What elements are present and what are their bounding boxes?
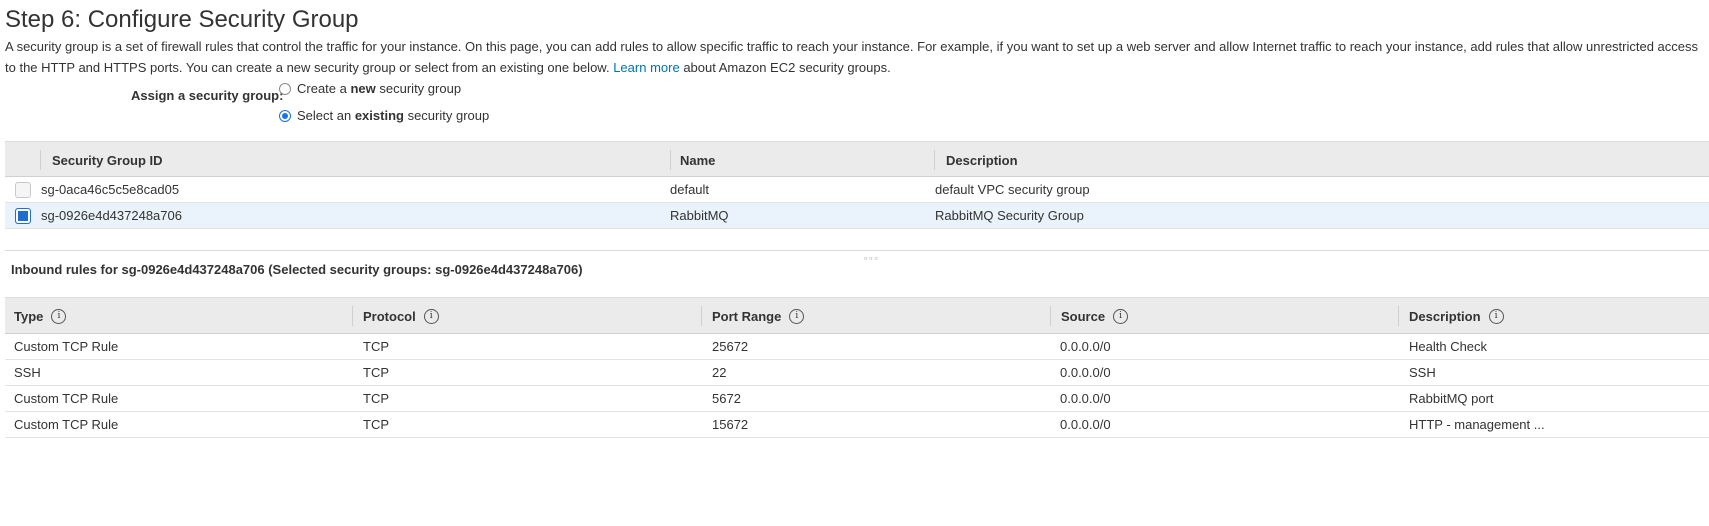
sg-id-cell: sg-0926e4d437248a706 [41,208,182,223]
column-header-name[interactable]: Name [680,153,715,168]
create-new-sg-radio[interactable] [279,82,291,95]
rule-port-cell: 25672 [712,339,749,354]
inbound-rule-row: Custom TCP Rule TCP 15672 0.0.0.0/0 HTTP… [5,412,1709,438]
split-pane-divider[interactable] [5,250,1709,251]
intro-text-part2: about Amazon EC2 security groups. [683,60,891,75]
inbound-rule-row: Custom TCP Rule TCP 5672 0.0.0.0/0 Rabbi… [5,386,1709,412]
column-separator[interactable] [40,150,41,170]
column-separator[interactable] [1050,306,1051,326]
learn-more-link[interactable]: Learn more [613,60,679,75]
rule-description-cell: Health Check [1409,339,1488,354]
security-group-table-header: Security Group ID Name Description [5,141,1709,177]
row-checkbox[interactable] [15,182,31,198]
rule-type-cell: SSH [14,365,41,380]
select-existing-sg-radio[interactable] [279,109,291,122]
rule-source-cell: 0.0.0.0/0 [1060,417,1111,432]
rule-description-cell: HTTP - management ... [1409,417,1545,432]
rule-source-cell: 0.0.0.0/0 [1060,391,1111,406]
select-existing-sg-label[interactable]: Select an existing security group [297,108,489,123]
info-icon[interactable]: i [1113,309,1129,324]
rule-source-cell: 0.0.0.0/0 [1060,339,1111,354]
sg-name-cell: RabbitMQ [670,208,729,223]
rule-type-cell: Custom TCP Rule [14,339,119,354]
inbound-rule-row: SSH TCP 22 0.0.0.0/0 SSH [5,360,1709,386]
sg-id-cell: sg-0aca46c5c5e8cad05 [41,182,180,197]
sg-name-cell: default [670,182,710,197]
rule-type-cell: Custom TCP Rule [14,417,119,432]
row-checkbox-checked[interactable] [15,208,31,224]
assign-security-group-label: Assign a security group: [131,88,284,103]
inbound-rules-title: Inbound rules for sg-0926e4d437248a706 (… [11,262,583,277]
column-header-source[interactable]: Source i [1061,309,1129,324]
rule-port-cell: 5672 [712,391,741,406]
rule-description-cell: RabbitMQ port [1409,391,1494,406]
page-title: Step 6: Configure Security Group [5,6,359,33]
column-header-protocol[interactable]: Protocol i [363,309,439,324]
column-separator[interactable] [1398,306,1399,326]
rule-type-cell: Custom TCP Rule [14,391,119,406]
column-separator[interactable] [701,306,702,326]
rule-protocol-cell: TCP [363,391,389,406]
column-header-sg-id[interactable]: Security Group ID [52,153,163,168]
security-group-row-selected[interactable]: sg-0926e4d437248a706 RabbitMQ RabbitMQ S… [5,203,1709,229]
rule-port-cell: 22 [712,365,727,380]
resize-grip-icon[interactable]: ▫▫▫ [864,253,880,263]
sg-description-cell: default VPC security group [935,182,1090,197]
column-separator[interactable] [352,306,353,326]
rule-protocol-cell: TCP [363,339,389,354]
column-separator[interactable] [934,150,935,170]
rule-description-cell: SSH [1409,365,1436,380]
inbound-rules-header: Type i Protocol i Port Range i Source i Desc… [5,297,1709,334]
rule-protocol-cell: TCP [363,365,389,380]
create-new-sg-option[interactable]: Create a new security group [279,81,461,96]
column-header-description[interactable]: Description [946,153,1018,168]
select-existing-sg-option[interactable]: Select an existing security group [279,108,489,123]
column-header-port-range[interactable]: Port Range i [712,309,805,324]
info-icon[interactable]: i [789,309,805,324]
info-icon[interactable]: i [423,309,439,324]
rule-source-cell: 0.0.0.0/0 [1060,365,1111,380]
rule-protocol-cell: TCP [363,417,389,432]
info-icon[interactable]: i [51,309,67,324]
column-header-type[interactable]: Type i [14,309,67,324]
column-separator[interactable] [670,150,671,170]
info-icon[interactable]: i [1488,309,1504,324]
inbound-rule-row: Custom TCP Rule TCP 25672 0.0.0.0/0 Heal… [5,334,1709,360]
column-header-description[interactable]: Description i [1409,309,1504,324]
rule-port-cell: 15672 [712,417,749,432]
intro-text: A security group is a set of firewall ru… [5,36,1705,78]
sg-description-cell: RabbitMQ Security Group [935,208,1084,223]
security-group-row[interactable]: sg-0aca46c5c5e8cad05 default default VPC… [5,177,1709,203]
create-new-sg-label[interactable]: Create a new security group [297,81,461,96]
